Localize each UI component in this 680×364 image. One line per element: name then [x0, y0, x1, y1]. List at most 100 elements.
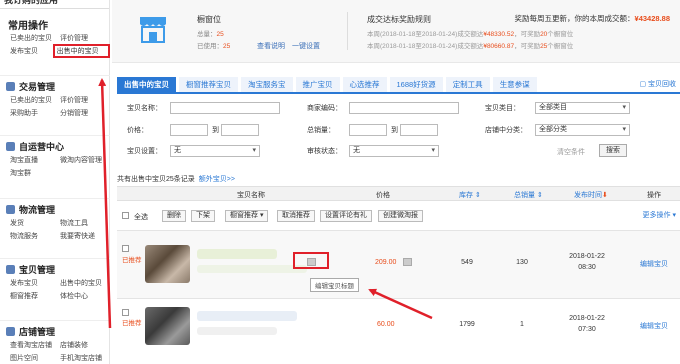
audit-label: 审核状态：	[307, 148, 342, 155]
section-title[interactable]: 物流管理	[19, 203, 55, 216]
product-title-blurred[interactable]	[197, 249, 277, 259]
setting-select[interactable]: 无	[170, 145, 260, 157]
sidebar-item[interactable]: 店铺装修	[60, 340, 110, 350]
sidebar-section-logistics: 物流管理 发货 物流工具 物流服务 我要寄快递	[0, 198, 110, 242]
unlist-button[interactable]: 下架	[191, 210, 215, 222]
extra-items-link[interactable]: 额外宝贝>>	[199, 176, 235, 183]
sidebar-item[interactable]: 出售中的宝贝	[60, 278, 110, 288]
sidebar-item[interactable]: 物流服务	[10, 231, 60, 241]
sidebar-item[interactable]: 发布宝贝	[10, 278, 60, 288]
setting-label: 宝贝设置：	[127, 148, 162, 155]
sales-min-input[interactable]	[349, 124, 387, 136]
product-thumbnail[interactable]	[145, 307, 190, 345]
col-stock[interactable]: 库存 ⇕	[459, 190, 481, 200]
tab-showcase[interactable]: 橱窗推荐宝贝	[179, 77, 238, 92]
search-button[interactable]: 搜索	[599, 144, 627, 157]
sidebar-item[interactable]: 已卖出的宝贝	[10, 95, 60, 105]
section-title[interactable]: 宝贝管理	[19, 263, 55, 276]
price-max-input[interactable]	[221, 124, 259, 136]
sidebar-item-sold[interactable]: 已卖出的宝贝	[10, 33, 60, 43]
sidebar-item[interactable]: 发货	[10, 218, 60, 228]
section-title[interactable]: 店铺管理	[19, 325, 55, 338]
tab-service[interactable]: 淘宝服务宝	[241, 77, 293, 92]
edit-price-icon[interactable]	[403, 258, 412, 266]
view-rules-link[interactable]: 查看说明	[257, 41, 285, 51]
row-sales: 130	[516, 259, 528, 266]
section-title[interactable]: 自运营中心	[19, 140, 64, 153]
recommended-badge: 已推荐	[122, 319, 142, 328]
row-checkbox[interactable]	[122, 245, 129, 252]
tab-custom[interactable]: 定制工具	[445, 77, 490, 92]
showcase-recommend-button[interactable]: 橱窗推荐 ▾	[225, 210, 269, 222]
week-tail: ，可奖励	[514, 31, 541, 38]
name-input[interactable]	[170, 102, 280, 114]
sidebar-common-title: 常用操作	[8, 20, 48, 32]
row-stock: 549	[461, 259, 473, 266]
product-title-blurred[interactable]	[197, 311, 297, 321]
section-title[interactable]: 交易管理	[19, 80, 55, 93]
sidebar-top-title[interactable]: 我订购的应用	[0, 0, 109, 9]
delete-button[interactable]: 删除	[162, 210, 186, 222]
price-min-input[interactable]	[170, 124, 208, 136]
selfops-icon	[6, 141, 15, 151]
sidebar-item[interactable]: 分销管理	[60, 108, 110, 118]
code-input[interactable]	[349, 102, 459, 114]
reward-week-1: 本周(2018-01-18至2018-01-24)成交额达¥48330.52，可…	[367, 28, 573, 38]
set-review-gift-button[interactable]: 设置评论有礼	[320, 210, 372, 222]
product-thumbnail[interactable]	[145, 245, 190, 283]
sidebar-item[interactable]: 淘宝群	[10, 168, 60, 178]
tab-select[interactable]: 心选推荐	[342, 77, 387, 92]
row-time: 07:30	[578, 326, 596, 333]
clear-filters-link[interactable]: 清空条件	[557, 147, 585, 157]
weekly-reward: 奖励每周五更新，你的本周成交额：¥43428.88	[515, 13, 670, 24]
week-text: 本周(2018-01-18至2018-01-24)成交额达	[367, 31, 484, 38]
row-checkbox[interactable]	[122, 309, 129, 316]
select-all-label: 全选	[134, 214, 148, 221]
edit-item-link[interactable]: 编辑宝贝	[640, 321, 668, 331]
sidebar-item[interactable]: 橱窗推荐	[10, 291, 60, 301]
one-click-setting-link[interactable]: 一键设置	[292, 41, 320, 51]
select-all-checkbox[interactable]	[122, 212, 129, 219]
create-weitao-button[interactable]: 创建微淘报	[378, 210, 423, 222]
sidebar-item[interactable]: 图片空间	[10, 353, 60, 363]
cancel-recommend-button[interactable]: 取消推荐	[277, 210, 315, 222]
audit-select[interactable]: 无	[349, 145, 439, 157]
edit-item-link[interactable]: 编辑宝贝	[640, 259, 668, 269]
more-actions-link[interactable]: 更多操作 ▾	[643, 210, 676, 220]
col-price[interactable]: 价格	[376, 190, 390, 200]
sidebar-item[interactable]: 查看淘宝店铺	[10, 340, 60, 350]
col-action: 操作	[647, 192, 661, 199]
sales-max-input[interactable]	[400, 124, 438, 136]
sidebar-item[interactable]: 淘宝直播	[10, 155, 60, 165]
showcase-total: 总量：25	[197, 28, 224, 38]
logistics-icon	[6, 204, 15, 214]
showcase-card: 橱窗位 总量：25 已使用：25 查看说明 一键设置 成交达标奖励规则 本周(2…	[112, 0, 680, 63]
sidebar-item-on-sale[interactable]: 出售中的宝贝	[52, 43, 110, 58]
col-stock-label: 库存	[459, 192, 473, 199]
showcase-used: 已使用：25	[197, 40, 230, 50]
category-select[interactable]: 全部类目	[535, 102, 630, 114]
sidebar-item[interactable]: 微淘内容管理	[60, 155, 110, 165]
sidebar-item[interactable]: 我要寄快递	[60, 231, 110, 241]
sidebar-item-reviews[interactable]: 评价管理	[60, 33, 110, 43]
tab-1688[interactable]: 1688好货源	[389, 77, 443, 92]
sidebar-common: 常用操作 已卖出的宝贝 评价管理 发布宝贝 出售中的宝贝	[0, 17, 110, 58]
sidebar-item[interactable]: 采购助手	[10, 108, 60, 118]
row-sales: 1	[520, 321, 524, 328]
showcase-title: 橱窗位	[197, 15, 221, 24]
tab-insight[interactable]: 生意参谋	[492, 77, 537, 92]
sidebar-item[interactable]: 手机淘宝店铺	[60, 353, 110, 363]
shop-category-select[interactable]: 全部分类	[535, 124, 630, 136]
col-sales[interactable]: 总销量 ⇕	[514, 190, 543, 200]
sidebar-item[interactable]: 体检中心	[60, 291, 110, 301]
sidebar-item[interactable]: 物流工具	[60, 218, 110, 228]
recycle-link[interactable]: ▢ 宝贝回收	[639, 79, 676, 89]
sidebar-item-publish[interactable]: 发布宝贝	[10, 46, 56, 56]
sidebar-item[interactable]: 评价管理	[60, 95, 110, 105]
row-time: 08:30	[578, 264, 596, 271]
tab-promote[interactable]: 推广宝贝	[295, 77, 340, 92]
name-label: 宝贝名称：	[127, 105, 162, 112]
col-name: 宝贝名称	[237, 192, 265, 199]
tab-on-sale[interactable]: 出售中的宝贝	[117, 77, 176, 92]
col-date[interactable]: 发布时间⬇	[574, 190, 608, 200]
